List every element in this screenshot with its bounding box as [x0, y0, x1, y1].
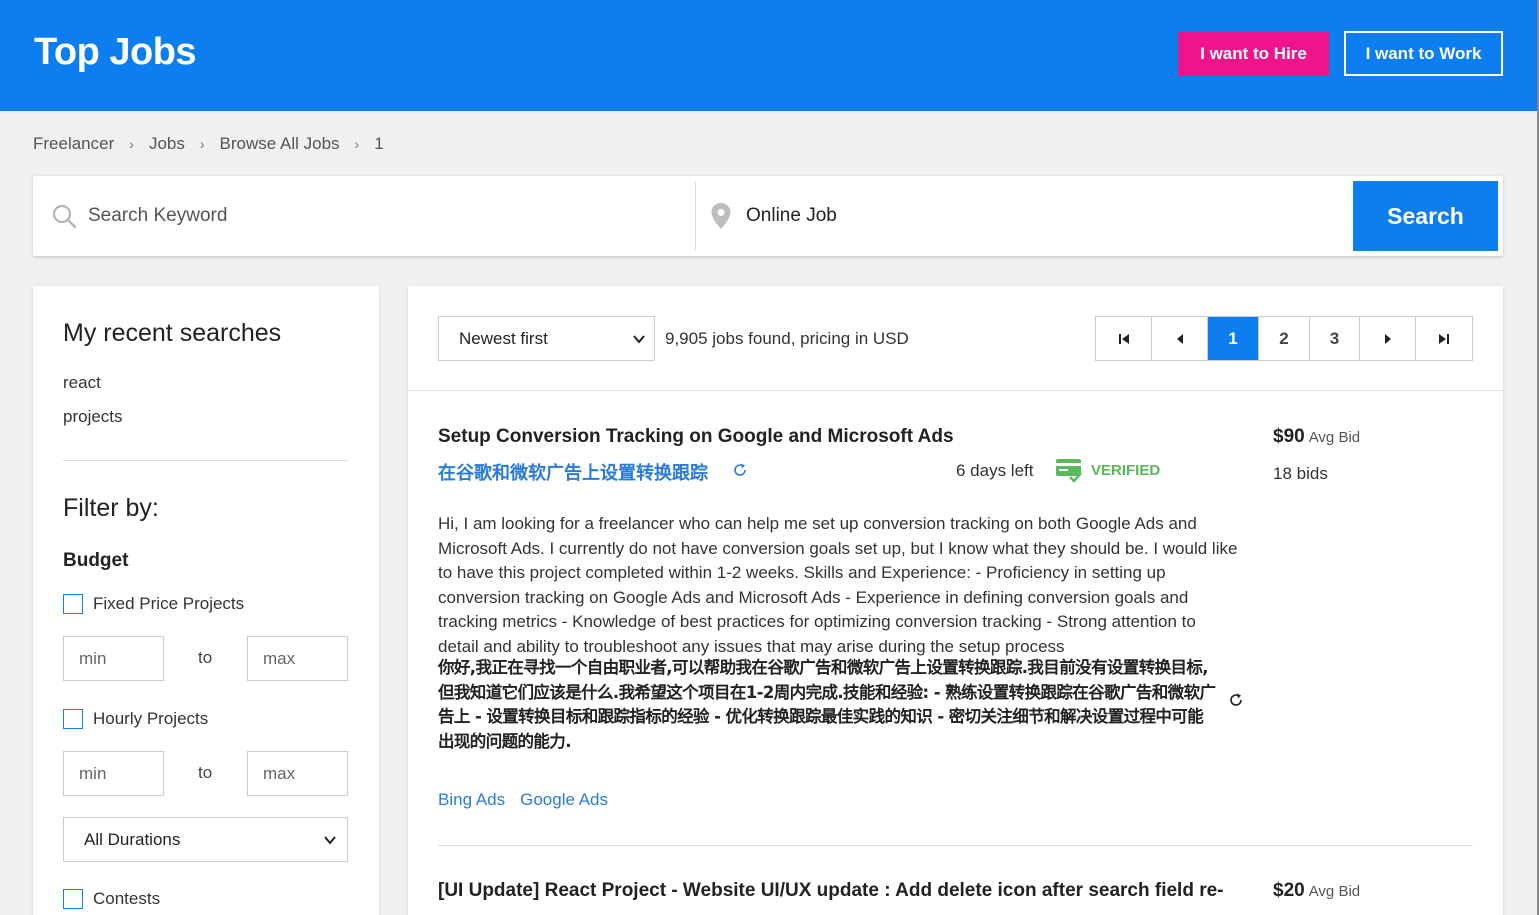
results-panel: Newest first 9,905 jobs found, pricing i…: [408, 286, 1503, 915]
breadcrumb: Freelancer › Jobs › Browse All Jobs › 1: [33, 134, 384, 154]
hourly-min-input[interactable]: [63, 751, 164, 796]
avg-bid-amount: $20: [1273, 880, 1305, 901]
breadcrumb-separator: ›: [354, 136, 360, 152]
avg-bid: $90 Avg Bid: [1273, 426, 1360, 448]
location-input[interactable]: [746, 196, 1346, 236]
site-logo[interactable]: Top Jobs: [34, 31, 197, 74]
search-bar: Search: [33, 176, 1503, 256]
job-card: Setup Conversion Tracking on Google and …: [438, 426, 1473, 826]
chevron-down-icon: [633, 335, 645, 344]
first-page-button[interactable]: [1096, 317, 1152, 360]
job-title[interactable]: Setup Conversion Tracking on Google and …: [438, 426, 954, 448]
breadcrumb-jobs[interactable]: Jobs: [149, 134, 185, 154]
refresh-icon[interactable]: [1228, 692, 1244, 708]
job-divider: [438, 845, 1473, 846]
range-to-label: to: [198, 763, 213, 782]
duration-selected-value: All Durations: [84, 829, 181, 849]
page-3-button[interactable]: 3: [1310, 317, 1360, 360]
fixed-min-input[interactable]: [63, 636, 164, 681]
bid-count: 18 bids: [1273, 464, 1328, 483]
hire-button[interactable]: I want to Hire: [1178, 32, 1329, 76]
job-description-translated: 你好,我正在寻找一个自由职业者,可以帮助我在谷歌广告和微软广告上设置转换跟踪.我…: [438, 658, 1216, 751]
refresh-icon[interactable]: [732, 462, 748, 478]
hourly-filter[interactable]: Hourly Projects: [63, 709, 208, 729]
last-page-icon: [1439, 333, 1449, 344]
range-to-label: to: [198, 648, 213, 667]
avg-bid: $20 Avg Bid: [1273, 880, 1360, 902]
results-divider: [408, 390, 1503, 391]
last-page-button[interactable]: [1416, 317, 1472, 360]
sidebar-divider: [63, 460, 348, 461]
fixed-price-checkbox[interactable]: [63, 594, 83, 614]
job-translated-title[interactable]: 在谷歌和微软广告上设置转换跟踪: [438, 459, 708, 485]
chevron-left-icon: [1176, 333, 1183, 344]
duration-select[interactable]: All Durations: [63, 817, 348, 862]
contests-checkbox[interactable]: [63, 889, 83, 909]
recent-search-item[interactable]: react: [63, 373, 101, 393]
budget-heading: Budget: [63, 550, 129, 571]
work-button[interactable]: I want to Work: [1344, 31, 1503, 76]
verified-payment-icon: [1056, 459, 1082, 483]
chevron-down-icon: [324, 836, 336, 845]
sort-selected-value: Newest first: [459, 328, 548, 348]
search-divider: [695, 181, 696, 251]
breadcrumb-current-page: 1: [374, 134, 384, 153]
breadcrumb-browse-all-jobs[interactable]: Browse All Jobs: [220, 134, 340, 154]
recent-search-item[interactable]: projects: [63, 407, 123, 427]
job-skill-tags: Bing Ads Google Ads: [438, 790, 623, 810]
contests-filter[interactable]: Contests: [63, 889, 160, 909]
filter-sidebar: My recent searches react projects Filter…: [33, 286, 379, 915]
breadcrumb-separator: ›: [199, 136, 205, 152]
results-count: 9,905 jobs found, pricing in USD: [665, 329, 909, 348]
search-icon: [52, 204, 77, 229]
page-1-button[interactable]: 1: [1208, 317, 1259, 360]
breadcrumb-separator: ›: [129, 136, 134, 152]
recent-searches-title: My recent searches: [63, 319, 282, 347]
filter-title: Filter by:: [63, 494, 159, 522]
verified-label: VERIFIED: [1091, 461, 1161, 479]
first-page-icon: [1118, 333, 1129, 344]
search-button[interactable]: Search: [1353, 181, 1498, 251]
sort-select[interactable]: Newest first: [438, 316, 655, 361]
prev-page-button[interactable]: [1152, 317, 1208, 360]
breadcrumb-freelancer[interactable]: Freelancer: [33, 134, 114, 154]
hourly-label: Hourly Projects: [93, 709, 209, 728]
fixed-price-filter[interactable]: Fixed Price Projects: [63, 594, 244, 614]
hourly-max-input[interactable]: [247, 751, 348, 796]
avg-bid-amount: $90: [1273, 426, 1305, 447]
avg-bid-label: Avg Bid: [1308, 429, 1361, 446]
top-header: Top Jobs I want to Hire I want to Work: [0, 0, 1537, 111]
chevron-right-icon: [1384, 333, 1391, 344]
fixed-price-label: Fixed Price Projects: [93, 594, 245, 613]
job-title[interactable]: [UI Update] React Project - Website UI/U…: [438, 880, 1224, 902]
page-2-button[interactable]: 2: [1259, 317, 1310, 360]
avg-bid-label: Avg Bid: [1308, 883, 1361, 900]
skill-tag[interactable]: Google Ads: [520, 790, 608, 810]
contests-label: Contests: [93, 889, 161, 908]
job-card: [UI Update] React Project - Website UI/U…: [438, 880, 1473, 915]
pagination: 1 2 3: [1095, 316, 1473, 361]
keyword-search-input[interactable]: [88, 196, 688, 236]
job-description: Hi, I am looking for a freelancer who ca…: [438, 514, 1238, 656]
days-left: 6 days left: [956, 461, 1034, 480]
location-pin-icon: [711, 203, 731, 229]
skill-tag[interactable]: Bing Ads: [438, 790, 505, 810]
next-page-button[interactable]: [1360, 317, 1416, 360]
hourly-checkbox[interactable]: [63, 709, 83, 729]
fixed-max-input[interactable]: [247, 636, 348, 681]
verified-badge: VERIFIED: [1055, 456, 1160, 484]
